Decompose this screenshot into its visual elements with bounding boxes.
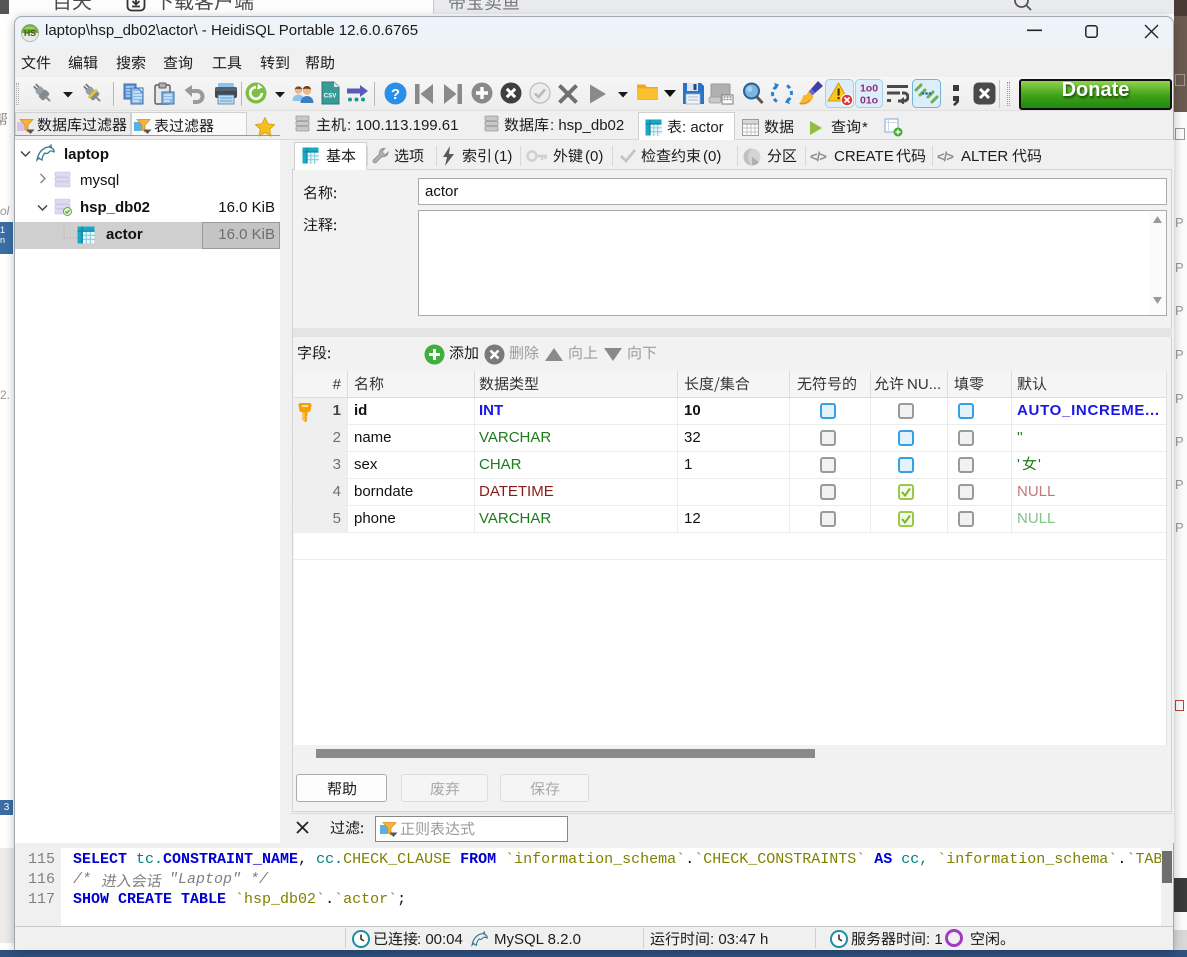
svg-text:CSV: CSV (324, 93, 338, 100)
svg-text:1o0: 1o0 (860, 83, 878, 95)
svg-text:01o: 01o (860, 95, 878, 107)
svg-text:?: ? (391, 86, 400, 103)
svg-text:HS: HS (24, 28, 36, 38)
